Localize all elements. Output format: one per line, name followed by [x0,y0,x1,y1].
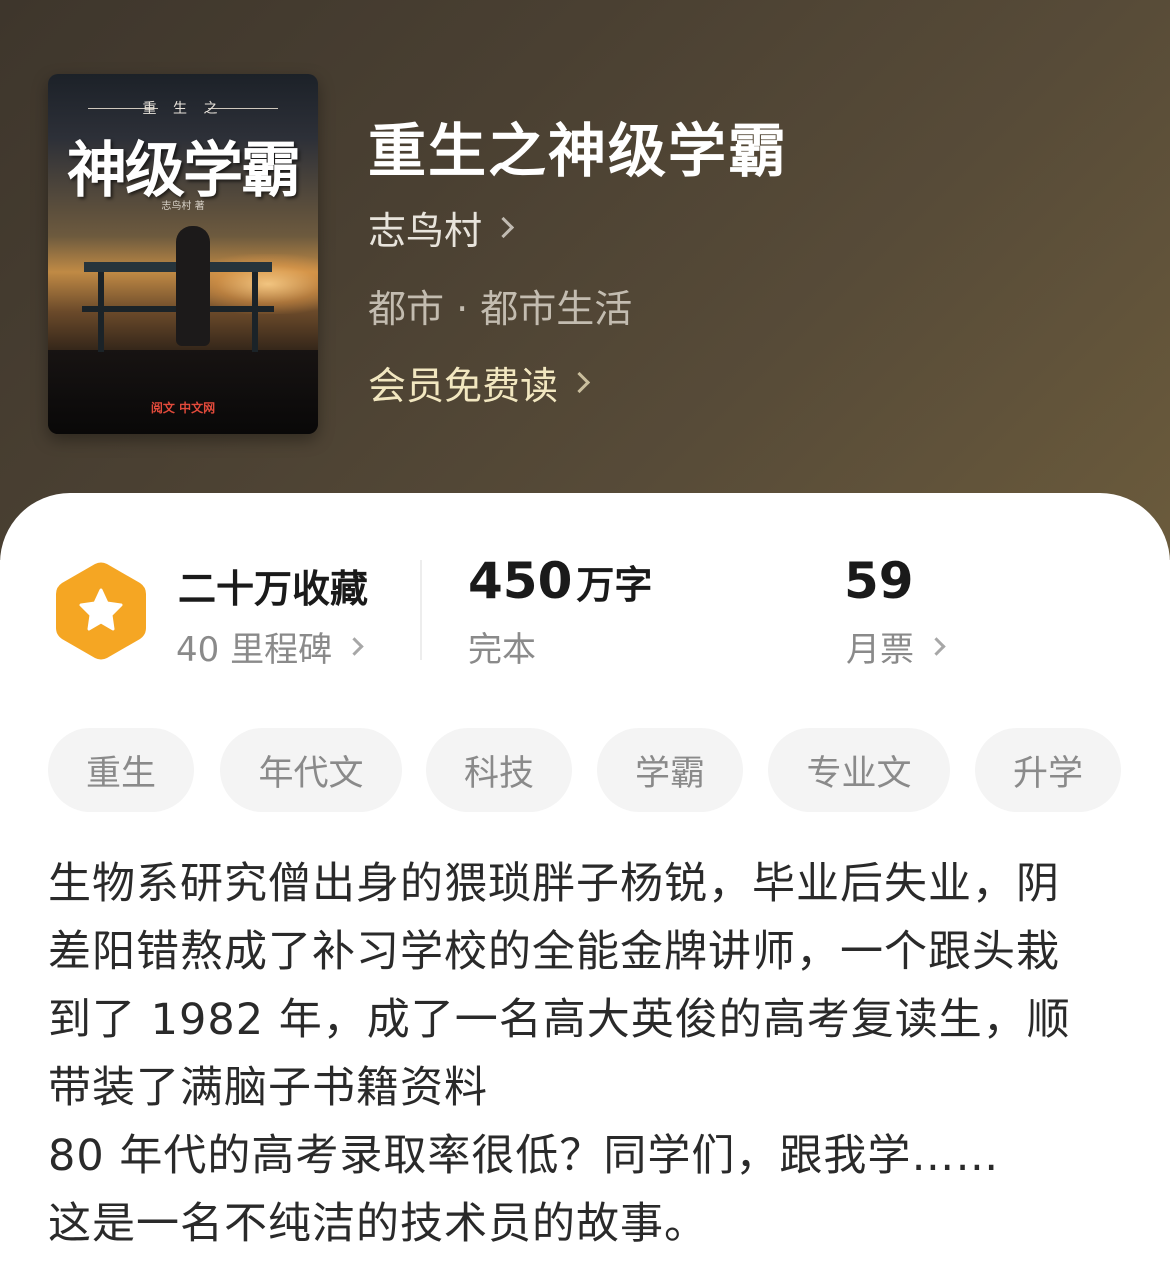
book-cover[interactable]: 重 生 之 神级学霸 志鸟村 著 阅文 中文网 [48,74,318,434]
cover-publisher-logo: 阅文 中文网 [150,401,216,415]
cover-bench-leg [252,272,258,352]
vip-label: 会员免费读 [368,364,559,408]
milestone-link[interactable]: 40 里程碑 [176,622,364,671]
book-header: 重 生 之 神级学霸 志鸟村 著 阅文 中文网 重生之神级学霸 志鸟村 都市 ·… [0,0,1170,560]
word-count-number: 450 [468,552,573,610]
description-line: 到了 1982 年，成了一名高大英俊的高考复读生，顺 [48,995,1071,1045]
cover-bench-leg [98,272,104,352]
book-title: 重生之神级学霸 [368,117,789,185]
word-count-unit: 万字 [576,563,653,607]
tag-chip[interactable]: 重生 [48,728,194,812]
milestone-label: 40 里程碑 [176,630,333,670]
chevron-right-icon [345,637,364,656]
cover-subtitle: 重 生 之 [142,101,224,117]
book-genre: 都市 · 都市生活 [368,287,633,331]
description-line: 生物系研究僧出身的猥琐胖子杨锐，毕业后失业，阴 [48,859,1060,909]
description-line: 差阳错熬成了补习学校的全能金牌讲师，一个跟头栽 [48,927,1060,977]
author-name: 志鸟村 [368,209,483,253]
vip-free-read-link[interactable]: 会员免费读 [368,355,591,410]
chevron-right-icon [927,637,946,656]
monthly-ticket-label: 月票 [846,630,914,670]
tag-chip[interactable]: 专业文 [768,728,950,812]
monthly-ticket-count: 59 [844,552,914,610]
tag-chip[interactable]: 科技 [426,728,572,812]
monthly-ticket-link[interactable]: 月票 [846,622,946,671]
cover-title: 神级学霸 [67,136,301,206]
stat-divider [420,560,422,660]
chevron-right-icon [568,371,591,394]
tag-chip[interactable]: 年代文 [220,728,402,812]
description-line: 80 年代的高考录取率很低？同学们，跟我学…… [48,1131,1000,1181]
star-hexagon-icon [56,562,146,660]
cover-figure [176,226,210,346]
completion-status: 完本 [468,630,536,670]
book-description[interactable]: 生物系研究僧出身的猥琐胖子杨锐，毕业后失业，阴 差阳错熬成了补习学校的全能金牌讲… [48,850,1128,1258]
description-line: 带装了满脑子书籍资料 [48,1063,488,1113]
collection-count: 二十万收藏 [178,567,369,611]
cover-ground [48,350,318,434]
description-line: 这是一名不纯洁的技术员的故事。 [48,1199,708,1249]
tag-chip[interactable]: 学霸 [597,728,743,812]
tag-chip[interactable]: 升学 [975,728,1121,812]
chevron-right-icon [492,216,515,239]
word-count: 450 万字 [468,552,652,610]
cover-author: 志鸟村 著 [161,201,205,212]
author-link[interactable]: 志鸟村 [368,200,515,255]
